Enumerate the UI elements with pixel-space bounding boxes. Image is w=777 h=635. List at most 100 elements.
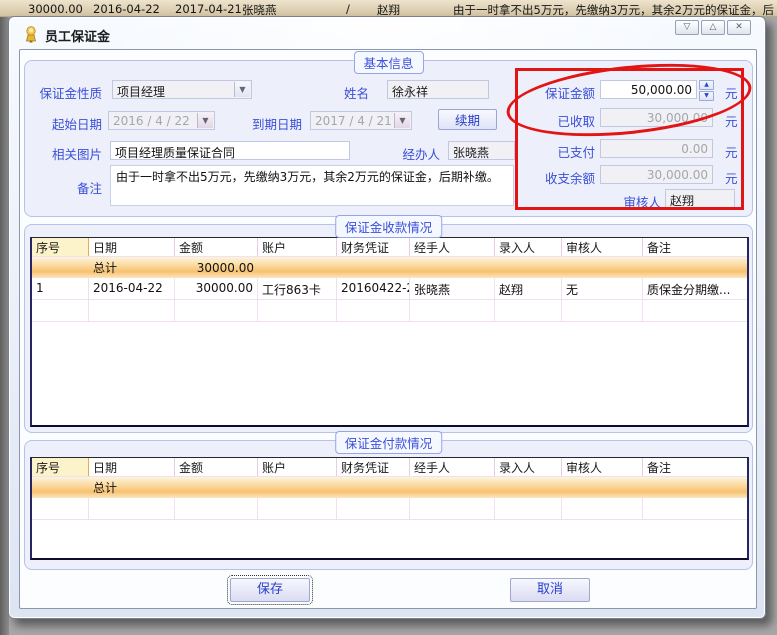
table-row-empty[interactable] — [32, 498, 747, 520]
chevron-down-icon[interactable]: ▼ — [394, 113, 410, 128]
column-header[interactable]: 录入人 — [495, 458, 562, 476]
paid-field: 0.00 — [600, 139, 713, 158]
basic-info-section-title: 基本信息 — [353, 51, 423, 74]
cell-amount: 30000.00 — [175, 278, 258, 299]
payments-total-row: 总计 — [32, 477, 747, 498]
images-label: 相关图片 — [25, 144, 102, 163]
column-header[interactable]: 经手人 — [410, 238, 495, 256]
column-header[interactable]: 录入人 — [495, 238, 562, 256]
column-header[interactable]: 日期 — [89, 458, 175, 476]
renew-button[interactable]: 续期 — [438, 109, 497, 130]
balance-label: 收支余额 — [505, 168, 595, 187]
auditor-label: 审核人 — [571, 192, 661, 211]
employee-deposit-window: 员工保证金 ▽ △ ✕ 基本信息 保证金性质 项目经理 ▼ 姓名 徐永祥 保证金… — [8, 16, 766, 619]
table-row-empty[interactable] — [32, 300, 747, 322]
column-header[interactable]: 审核人 — [562, 238, 643, 256]
auditor-field: 赵翔 — [665, 189, 735, 208]
restore-icon[interactable]: △ — [701, 20, 725, 35]
received-unit: 元 — [725, 111, 738, 130]
bg-amount: 30000.00 — [28, 2, 83, 16]
cell-entry: 赵翔 — [495, 278, 562, 299]
spin-up-icon[interactable]: ▲ — [699, 80, 714, 90]
cell-handler: 张晓燕 — [410, 278, 495, 299]
amount-unit: 元 — [725, 83, 738, 102]
spin-down-icon[interactable]: ▼ — [699, 91, 714, 101]
start-date-label: 起始日期 — [25, 114, 102, 133]
bg-slash: / — [346, 2, 350, 16]
receipts-total-row: 总计 30000.00 — [32, 257, 747, 278]
balance-unit: 元 — [725, 168, 738, 187]
column-header[interactable]: 日期 — [89, 238, 175, 256]
client-area: 基本信息 保证金性质 项目经理 ▼ 姓名 徐永祥 保证金额 50,000.00 … — [19, 49, 757, 609]
name-field[interactable]: 徐永祥 — [387, 80, 489, 99]
paid-unit: 元 — [725, 142, 738, 161]
chevron-down-icon[interactable]: ▼ — [234, 82, 250, 97]
chevron-down-icon[interactable]: ▼ — [197, 113, 213, 128]
name-label: 姓名 — [321, 83, 369, 102]
receipts-table[interactable]: 序号 日期 金额 账户 财务凭证 经手人 录入人 审核人 备注 总计 30000… — [30, 237, 749, 427]
bg-start: 2016-04-22 — [93, 2, 160, 16]
bg-reviewer: 赵翔 — [377, 2, 400, 17]
column-header[interactable]: 财务凭证 — [337, 458, 410, 476]
end-date-dropdown[interactable]: 2017 / 4 / 21 ▼ — [310, 111, 412, 130]
cancel-button[interactable]: 取消 — [510, 578, 590, 602]
column-header[interactable]: 经手人 — [410, 458, 495, 476]
payments-header-row: 序号 日期 金额 账户 财务凭证 经手人 录入人 审核人 备注 — [32, 458, 747, 477]
total-amount — [175, 485, 258, 491]
remark-textarea[interactable]: 由于一时拿不出5万元，先缴纳3万元，其余2万元的保证金，后期补缴。 — [110, 165, 514, 206]
cell-seq: 1 — [32, 278, 89, 299]
save-button[interactable]: 保存 — [230, 578, 310, 602]
received-field: 30,000.00 — [600, 108, 713, 127]
column-header[interactable]: 财务凭证 — [337, 238, 410, 256]
total-amount: 30000.00 — [175, 258, 258, 278]
cell-date: 2016-04-22 — [89, 278, 175, 299]
bg-end: 2017-04-21 — [175, 2, 242, 16]
remark-label: 备注 — [25, 178, 102, 197]
nature-value: 项目经理 — [117, 85, 165, 99]
amount-input[interactable]: 50,000.00 — [600, 80, 697, 99]
app-icon — [23, 26, 39, 43]
title-bar[interactable]: 员工保证金 ▽ △ ✕ — [9, 17, 765, 49]
bg-remark: 由于一时拿不出5万元，先缴纳3万元，其余2万元的保证金，后 — [453, 2, 774, 17]
minimize-icon[interactable]: ▽ — [675, 20, 699, 35]
column-header[interactable]: 序号 — [32, 458, 89, 476]
total-label: 总计 — [89, 256, 175, 279]
bg-handler: 张晓燕 — [242, 2, 277, 17]
images-input[interactable]: 项目经理质量保证合同 — [110, 141, 350, 160]
table-row[interactable]: 1 2016-04-22 30000.00 工行863卡 20160422-21… — [32, 278, 747, 300]
cell-account: 工行863卡 — [258, 278, 337, 299]
payments-table[interactable]: 序号 日期 金额 账户 财务凭证 经手人 录入人 审核人 备注 总计 — [30, 457, 749, 560]
close-icon[interactable]: ✕ — [727, 20, 751, 35]
window-title: 员工保证金 — [45, 26, 110, 45]
basic-info-group: 基本信息 保证金性质 项目经理 ▼ 姓名 徐永祥 保证金额 50,000.00 … — [24, 60, 753, 217]
cell-remark: 质保金分期缴... — [643, 278, 747, 299]
payments-group: 保证金付款情况 序号 日期 金额 账户 财务凭证 经手人 录入人 审核人 备注 … — [24, 440, 753, 570]
total-label: 总计 — [89, 476, 175, 499]
nature-label: 保证金性质 — [25, 83, 102, 102]
payments-section-title: 保证金付款情况 — [335, 431, 443, 454]
start-date-value: 2016 / 4 / 22 — [113, 114, 190, 128]
receipts-group: 保证金收款情况 序号 日期 金额 账户 财务凭证 经手人 录入人 审核人 备注 … — [24, 224, 753, 433]
column-header[interactable]: 金额 — [175, 458, 258, 476]
paid-label: 已支付 — [505, 142, 595, 161]
receipts-header-row: 序号 日期 金额 账户 财务凭证 经手人 录入人 审核人 备注 — [32, 238, 747, 257]
amount-spinner[interactable]: ▲ ▼ — [699, 80, 714, 100]
end-date-label: 到期日期 — [225, 114, 302, 133]
column-header[interactable]: 账户 — [258, 238, 337, 256]
agent-label: 经办人 — [380, 144, 440, 163]
column-header[interactable]: 备注 — [643, 238, 747, 256]
received-label: 已收取 — [505, 111, 595, 130]
column-header[interactable]: 序号 — [32, 238, 89, 256]
nature-dropdown[interactable]: 项目经理 ▼ — [112, 80, 252, 99]
balance-field: 30,000.00 — [600, 165, 713, 184]
amount-label: 保证金额 — [505, 83, 595, 102]
cell-auditor: 无 — [562, 278, 643, 299]
column-header[interactable]: 账户 — [258, 458, 337, 476]
cell-voucher: 20160422-21 — [337, 278, 410, 299]
receipts-section-title: 保证金收款情况 — [335, 215, 443, 238]
background-grid-row: 30000.00 2016-04-22 2017-04-21 张晓燕 / 赵翔 … — [0, 0, 777, 17]
column-header[interactable]: 金额 — [175, 238, 258, 256]
column-header[interactable]: 备注 — [643, 458, 747, 476]
start-date-dropdown[interactable]: 2016 / 4 / 22 ▼ — [108, 111, 215, 130]
column-header[interactable]: 审核人 — [562, 458, 643, 476]
